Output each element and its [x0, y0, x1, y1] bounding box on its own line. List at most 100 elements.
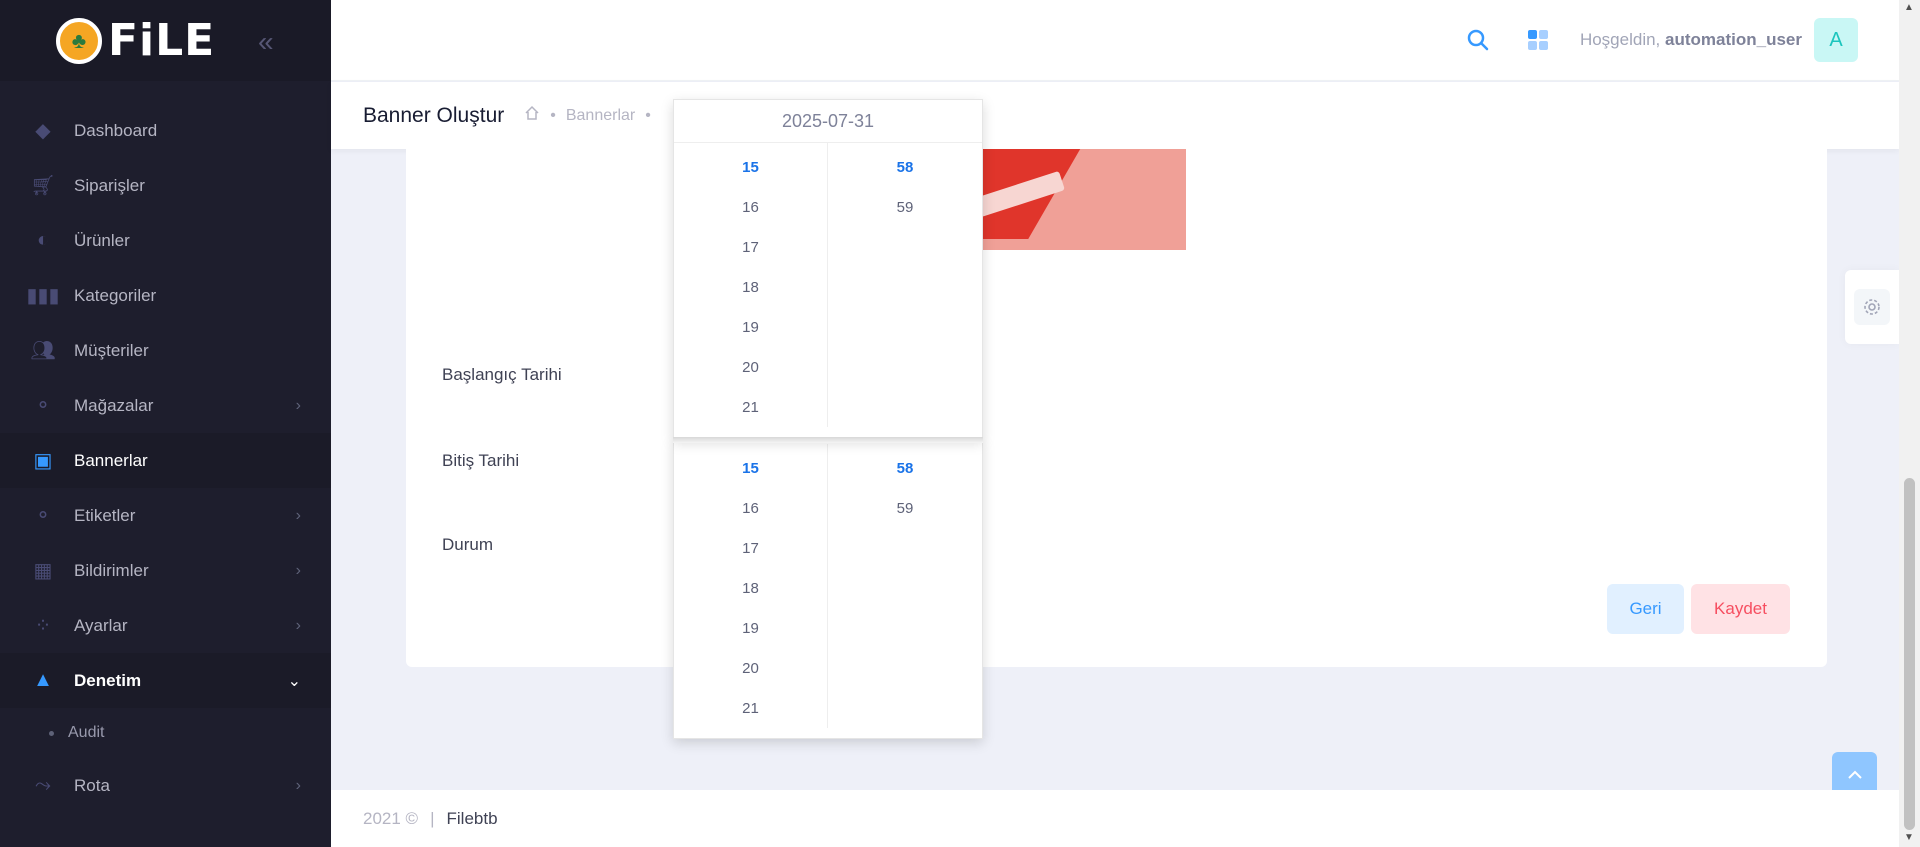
minute-option[interactable]: 59	[828, 488, 982, 528]
hour-option[interactable]: 19	[674, 307, 827, 347]
settings-toggle[interactable]	[1845, 270, 1899, 344]
hour-option[interactable]: 20	[674, 347, 827, 387]
logo-icon: ♣	[56, 17, 102, 64]
scrollbar-thumb[interactable]	[1904, 478, 1915, 830]
sidebar-header: ♣ FiLE «	[0, 0, 331, 81]
hour-option[interactable]: 20	[674, 648, 827, 688]
apps-grid-icon[interactable]	[1520, 22, 1556, 58]
hour-option[interactable]: 17	[674, 227, 827, 267]
sidebar-item-label: Audit	[68, 724, 105, 741]
settings-icon: ⁘	[34, 615, 52, 637]
sidebar-item-rota[interactable]: ⤳ Rota ›	[0, 758, 331, 813]
sidebar-item-label: Bildirimler	[74, 560, 149, 580]
avatar[interactable]: A	[1814, 18, 1858, 62]
home-icon[interactable]	[524, 105, 540, 126]
footer-company-link[interactable]: Filebtb	[447, 809, 498, 829]
chevron-right-icon: ›	[295, 776, 301, 794]
sidebar-item-musteriler[interactable]: 👥︎ Müşteriler	[0, 323, 331, 378]
sidebar-item-label: Dashboard	[74, 120, 158, 140]
barcode-icon: ▮▮▮	[26, 285, 60, 307]
hour-option[interactable]: 16	[674, 488, 827, 528]
chevron-right-icon: ›	[295, 561, 301, 579]
hour-option[interactable]: 21	[674, 688, 827, 728]
hour-option[interactable]: 15	[674, 448, 827, 488]
moon-icon: ◐	[36, 229, 50, 251]
sidebar: ♣ FiLE « ◆ Dashboard 🛒︎ Siparişler ◐ Ürü…	[0, 0, 331, 847]
sidebar-item-denetim[interactable]: ▲ Denetim ⌄	[0, 653, 331, 708]
scroll-up-arrow-icon[interactable]: ▲	[1904, 2, 1914, 13]
sidebar-item-dashboard[interactable]: ◆ Dashboard	[0, 103, 331, 158]
sidebar-item-label: Etiketler	[74, 505, 136, 525]
sidebar-item-label: Kategoriler	[74, 285, 157, 305]
picker-date-display[interactable]: 2025-07-31	[674, 100, 982, 143]
breadcrumb-item-bannerlar[interactable]: Bannerlar	[566, 107, 635, 125]
sidebar-item-urunler[interactable]: ◐ Ürünler	[0, 213, 331, 268]
diamond-icon: ◆	[35, 120, 51, 142]
hour-option[interactable]: 18	[674, 568, 827, 608]
save-button[interactable]: Kaydet	[1691, 584, 1790, 634]
sidebar-item-ayarlar[interactable]: ⁘ Ayarlar ›	[0, 598, 331, 653]
scroll-down-arrow-icon[interactable]: ▼	[1904, 832, 1914, 843]
time-columns: 15 16 17 18 19 20 21 58 59	[674, 440, 982, 728]
users-icon: 👥︎	[30, 340, 56, 362]
top-header: Hoşgeldin, automation_user A	[331, 0, 1899, 81]
sidebar-item-label: Ürünler	[74, 230, 130, 250]
hour-option[interactable]: 17	[674, 528, 827, 568]
sidebar-item-etiketler[interactable]: ⚬ Etiketler ›	[0, 488, 331, 543]
picker-divider	[673, 437, 983, 443]
grid-icon: ▦	[33, 560, 53, 582]
sidebar-item-label: Denetim	[74, 670, 142, 690]
hour-option[interactable]: 21	[674, 387, 827, 427]
user-greeting[interactable]: Hoşgeldin, automation_user	[1580, 30, 1802, 50]
hour-column[interactable]: 15 16 17 18 19 20 21	[674, 444, 828, 728]
page-title: Banner Oluştur	[363, 103, 505, 127]
start-date-label: Başlangıç Tarihi	[442, 365, 562, 384]
greeting-text: Hoşgeldin,	[1579, 30, 1661, 49]
chevron-right-icon: ›	[295, 396, 301, 414]
sidebar-item-siparisler[interactable]: 🛒︎ Siparişler	[0, 158, 331, 213]
breadcrumb-separator: •	[645, 106, 651, 124]
sidebar-menu: ◆ Dashboard 🛒︎ Siparişler ◐ Ürünler ▮▮▮ …	[0, 81, 331, 813]
minute-option[interactable]: 58	[828, 147, 982, 187]
footer-year: 2021 ©	[363, 808, 419, 828]
arrow-up-icon	[1847, 770, 1862, 779]
sidebar-item-label: Rota	[74, 775, 110, 795]
hour-column[interactable]: 15 16 17 18 19 20 21	[674, 143, 828, 427]
tag-icon: ⚬	[34, 505, 52, 527]
footer: 2021 © | Filebtb	[331, 790, 1899, 847]
minute-option[interactable]: 58	[828, 448, 982, 488]
username-text: automation_user	[1665, 30, 1802, 49]
sidebar-item-kategoriler[interactable]: ▮▮▮ Kategoriler	[0, 268, 331, 323]
breadcrumb: • Bannerlar •	[524, 105, 651, 126]
hour-option[interactable]: 19	[674, 608, 827, 648]
back-button[interactable]: Geri	[1607, 584, 1684, 634]
sidebar-item-label: Müşteriler	[74, 340, 149, 360]
hour-option[interactable]: 16	[674, 187, 827, 227]
sidebar-item-magazalar[interactable]: ⚬ Mağazalar ›	[0, 378, 331, 433]
hour-option[interactable]: 18	[674, 267, 827, 307]
sidebar-item-bannerlar[interactable]: ▣ Bannerlar	[0, 433, 331, 488]
footer-separator: |	[430, 808, 435, 828]
cone-icon: ▲	[33, 669, 53, 691]
subheader: Banner Oluştur • Bannerlar •	[331, 82, 1899, 149]
minute-option[interactable]: 59	[828, 187, 982, 227]
vertical-scrollbar[interactable]: ▲ ▼	[1899, 0, 1920, 847]
chevron-right-icon: ›	[295, 506, 301, 524]
collapse-sidebar-icon[interactable]: «	[258, 26, 274, 58]
end-date-label: Bitiş Tarihi	[442, 451, 520, 470]
sidebar-subitem-audit[interactable]: Audit	[0, 708, 331, 758]
store-icon: ⚬	[34, 395, 52, 417]
hour-option[interactable]: 15	[674, 147, 827, 187]
gear-icon	[1854, 289, 1890, 325]
sidebar-item-bildirimler[interactable]: ▦ Bildirimler ›	[0, 543, 331, 598]
sidebar-item-label: Bannerlar	[74, 450, 148, 470]
search-icon[interactable]	[1460, 22, 1496, 58]
breadcrumb-separator: •	[550, 106, 556, 124]
sidebar-item-label: Siparişler	[74, 175, 145, 195]
minute-column[interactable]: 58 59	[828, 143, 982, 427]
minute-column[interactable]: 58 59	[828, 444, 982, 728]
start-time-picker: 2025-07-31 15 16 17 18 19 20 21 58 59	[673, 99, 983, 439]
status-label: Durum	[442, 535, 494, 554]
image-icon: ▣	[33, 450, 53, 472]
sidebar-item-label: Mağazalar	[74, 395, 154, 415]
